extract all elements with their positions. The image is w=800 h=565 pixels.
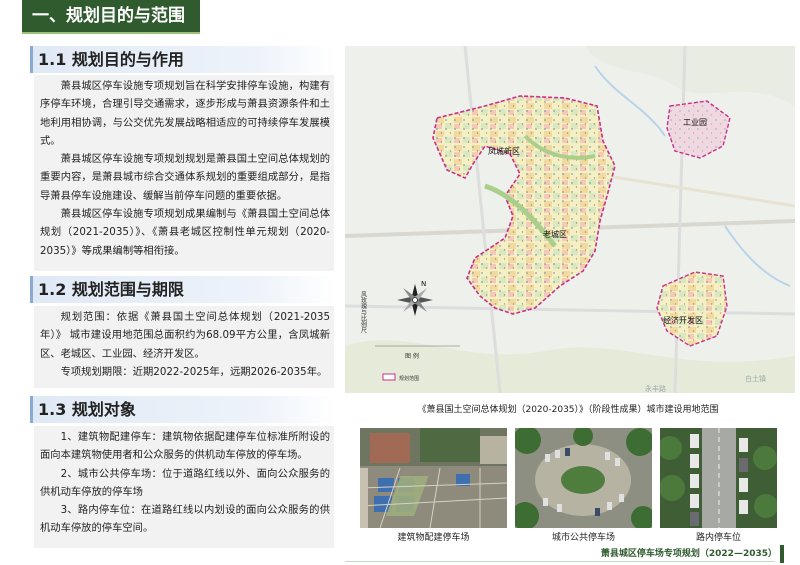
legend-title: 图 例 [405, 352, 419, 360]
paragraph: 规划范围：依据《萧县国土空间总体规划（2021-2035年）》 城市建设用地范围… [40, 311, 330, 360]
label-industrial-park: 工业园 [683, 117, 707, 127]
legend-item: 规划范围 [399, 375, 419, 382]
footer-accent-bar [780, 545, 784, 563]
paragraph: 萧县城区停车设施专项规划成果编制与《萧县国土空间总体规划（2021-2035）》… [40, 208, 330, 257]
map-vertical-note: 风玫瑰与比例尺 [360, 291, 367, 334]
street-parking-photo [660, 428, 777, 528]
planning-map-drawing: 凤城新区 老城区 工业园 经济开发区 永丰路 白土镇 风玫瑰与比例尺 N 图 例… [345, 46, 795, 393]
section-body-purpose: 萧县城区停车设施专项规划旨在科学安排停车设施，构建有序停车环境，合理引导交通需求… [34, 75, 334, 271]
compass-north-label: N [421, 280, 426, 288]
building-parking-photo [360, 428, 507, 528]
road-label: 白土镇 [745, 374, 766, 383]
section-heading-purpose: 1.1 规划目的与作用 [30, 46, 335, 73]
page-banner: 一、规划目的与范围 [22, 0, 200, 32]
label-economic-zone: 经济开发区 [663, 315, 703, 325]
section-body-scope: 规划范围：依据《萧县国土空间总体规划（2021-2035年）》 城市建设用地范围… [34, 306, 334, 388]
section-body-objects: 1、建筑物配建停车：建筑物依据配建停车位标准所附设的面向本建筑物使用者和公众服务… [34, 426, 334, 548]
banner-title: 一、规划目的与范围 [32, 6, 185, 26]
paragraph: 2、城市公共停车场：位于道路红线以外、面向公众服务的供机动车停放的停车场 [40, 467, 330, 498]
section-heading-objects: 1.3 规划对象 [30, 396, 335, 423]
paragraph: 萧县城区停车设施专项规划旨在科学安排停车设施，构建有序停车环境，合理引导交通需求… [40, 80, 330, 147]
paragraph: 1、建筑物配建停车：建筑物依据配建停车位标准所附设的面向本建筑物使用者和公众服务… [40, 431, 330, 462]
map-caption: 《萧县国土空间总体规划（2020-2035）》（阶段性成果）城市建设用地范围 [417, 405, 719, 415]
planning-map: 凤城新区 老城区 工业园 经济开发区 永丰路 白土镇 风玫瑰与比例尺 N 图 例… [345, 46, 795, 393]
label-fengcheng: 凤城新区 [488, 146, 520, 156]
section-heading-scope: 1.2 规划范围与期限 [30, 276, 335, 303]
footer-title: 萧县城区停车场专项规划（2022—2035） [600, 549, 777, 559]
photo-label: 路内停车位 [695, 533, 741, 543]
paragraph: 专项规划期限：近期2022-2025年，远期2026-2035年。 [60, 365, 328, 378]
banner-underline [22, 32, 200, 34]
paragraph: 萧县城区停车设施专项规划规划是萧县国土空间总体规划的重要内容，是萧县城市综合交通… [40, 153, 330, 202]
footer-rule [345, 561, 775, 562]
road-label: 永丰路 [645, 384, 666, 393]
public-parking-photo [515, 428, 652, 528]
paragraph: 3、路内停车位：在道路红线以内划设的面向公众服务的供机动车停放的停车空间。 [40, 504, 330, 535]
label-old-town: 老城区 [543, 229, 567, 239]
photo-label: 建筑物配建停车场 [397, 533, 470, 543]
photo-label: 城市公共停车场 [551, 533, 615, 543]
